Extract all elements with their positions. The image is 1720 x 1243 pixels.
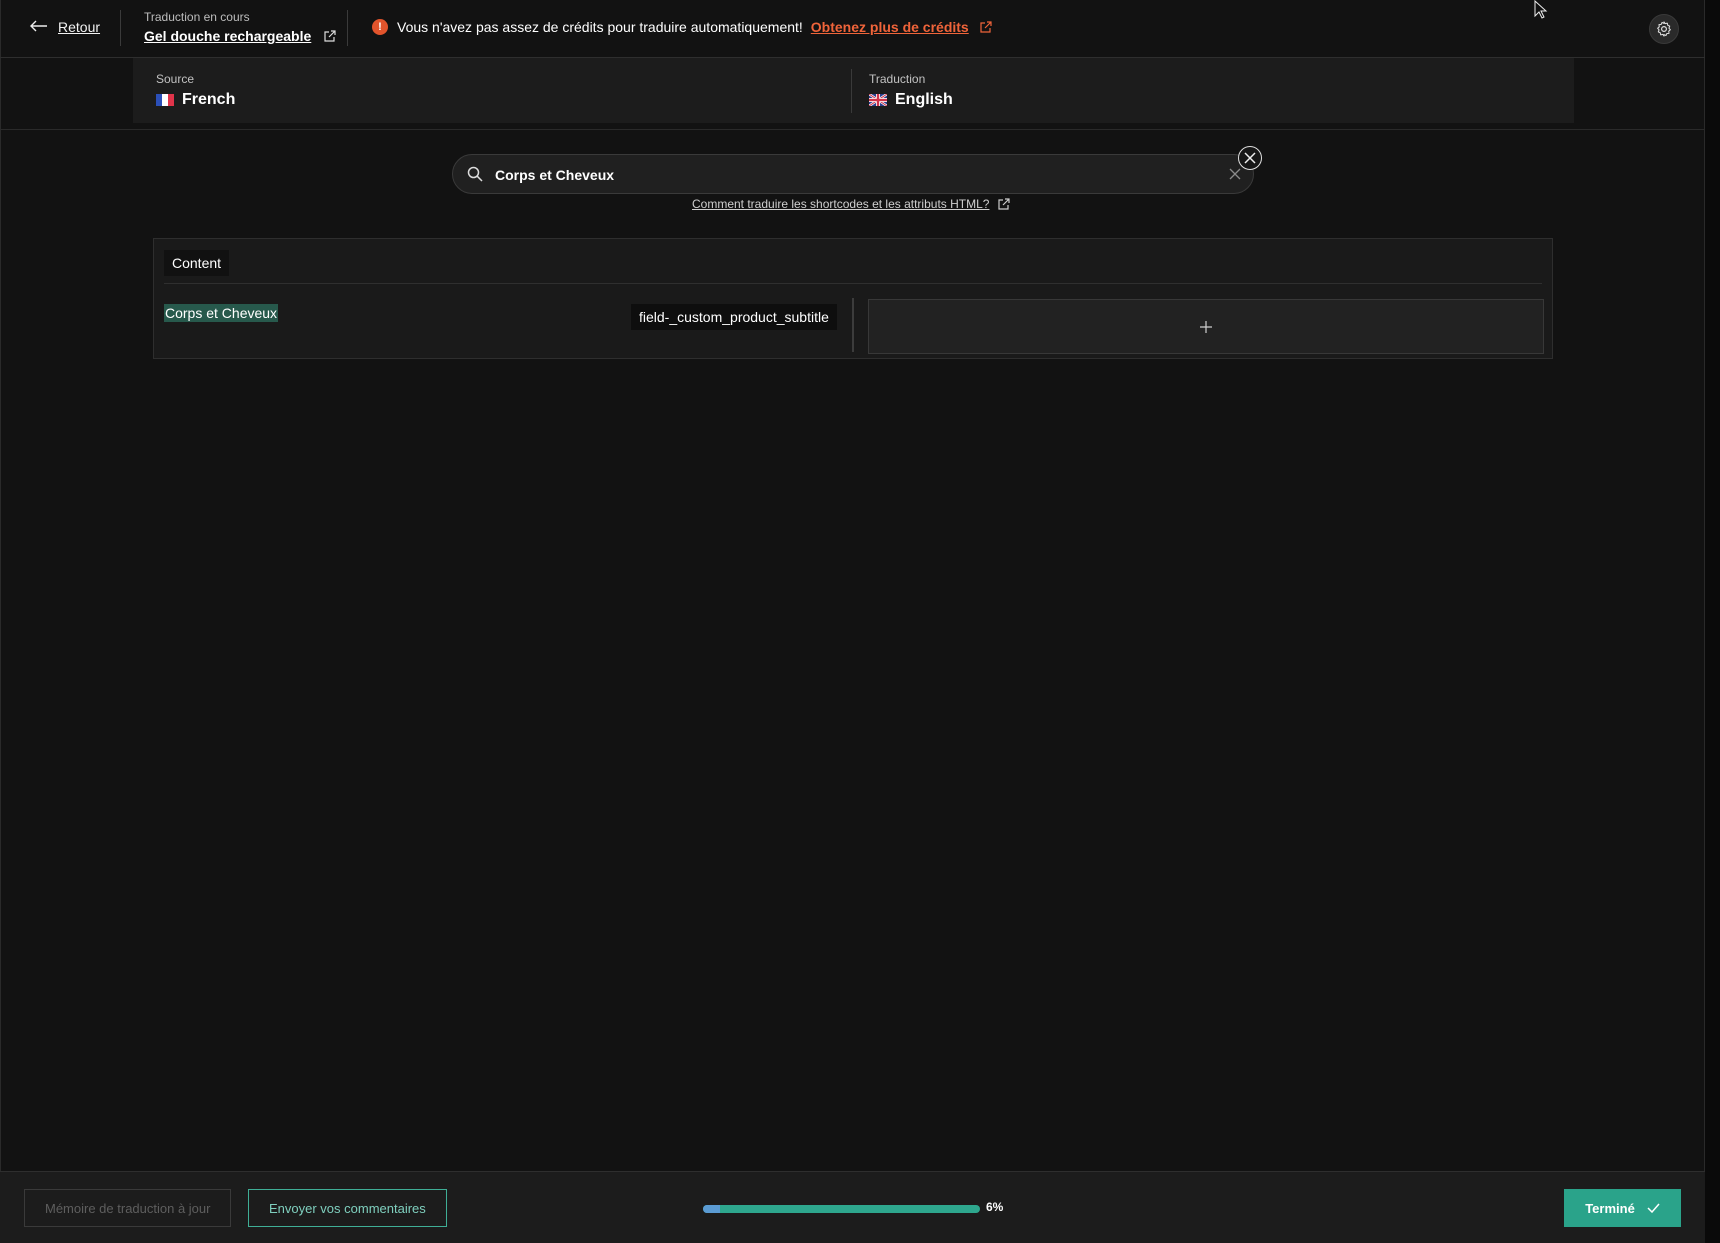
- language-bar: Source French Traduction English: [133, 58, 1574, 123]
- done-label: Terminé: [1585, 1200, 1635, 1216]
- divider: [347, 10, 348, 46]
- close-icon: [1244, 152, 1256, 164]
- top-header: Retour Traduction en cours Gel douche re…: [0, 0, 1705, 58]
- target-language: Traduction English: [869, 72, 953, 109]
- source-language: Source French: [156, 72, 235, 109]
- doc-title-link[interactable]: Gel douche rechargeable: [144, 28, 337, 44]
- source-caption: Source: [156, 72, 195, 86]
- warning-text: Vous n'avez pas assez de crédits pour tr…: [397, 19, 803, 35]
- source-string: Corps et Cheveux: [164, 304, 279, 322]
- content-section: Content Corps et Cheveux field-_custom_p…: [153, 238, 1553, 359]
- uk-flag-icon: [869, 94, 887, 106]
- divider: [120, 10, 121, 46]
- back-button[interactable]: Retour: [30, 18, 100, 35]
- credit-warning: ! Vous n'avez pas assez de crédits pour …: [372, 19, 993, 35]
- doc-title: Gel douche rechargeable: [144, 28, 312, 44]
- search-bar: [452, 154, 1254, 195]
- gear-icon: [1657, 21, 1671, 37]
- section-label: Content: [164, 250, 230, 276]
- divider: [164, 283, 1542, 284]
- target-language-name: English: [895, 91, 953, 108]
- target-caption: Traduction: [869, 72, 926, 86]
- settings-button[interactable]: [1649, 14, 1679, 44]
- search-input[interactable]: [493, 155, 1197, 195]
- status-label: Traduction en cours: [144, 10, 250, 24]
- external-link-icon[interactable]: [979, 20, 993, 34]
- field-name-badge: field-_custom_product_subtitle: [631, 304, 837, 330]
- scrollbar-gutter: [1705, 0, 1720, 1243]
- france-flag-icon: [156, 94, 174, 106]
- done-button[interactable]: Terminé: [1564, 1189, 1681, 1227]
- progress-fill: [703, 1205, 720, 1213]
- footer-bar: Mémoire de traduction à jour Envoyer vos…: [0, 1171, 1705, 1243]
- help-link-text: Comment traduire les shortcodes et les a…: [692, 197, 990, 211]
- back-label: Retour: [58, 18, 101, 35]
- mouse-cursor-icon: [1534, 0, 1548, 19]
- search-icon: [467, 166, 483, 182]
- plus-icon: [1200, 320, 1212, 333]
- divider: [0, 129, 1705, 130]
- arrow-left-icon: [30, 18, 48, 35]
- shortcodes-help-link[interactable]: Comment traduire les shortcodes et les a…: [692, 197, 1011, 211]
- warning-icon: !: [372, 19, 388, 35]
- progress-percent: 6%: [986, 1200, 1004, 1214]
- clear-icon[interactable]: [1229, 168, 1241, 180]
- add-translation-button[interactable]: [868, 299, 1544, 354]
- check-icon: [1647, 1203, 1660, 1213]
- close-search-button[interactable]: [1238, 146, 1262, 170]
- divider: [851, 69, 852, 113]
- external-link-icon: [324, 30, 336, 42]
- send-feedback-button[interactable]: Envoyer vos commentaires: [248, 1189, 447, 1227]
- translation-info: Traduction en cours Gel douche rechargea…: [144, 10, 337, 44]
- external-link-icon: [998, 198, 1011, 210]
- source-language-name: French: [182, 91, 236, 108]
- progress-bar: [703, 1205, 980, 1213]
- get-credits-link[interactable]: Obtenez plus de crédits: [811, 19, 969, 35]
- divider: [852, 298, 854, 352]
- translation-memory-button: Mémoire de traduction à jour: [24, 1189, 232, 1227]
